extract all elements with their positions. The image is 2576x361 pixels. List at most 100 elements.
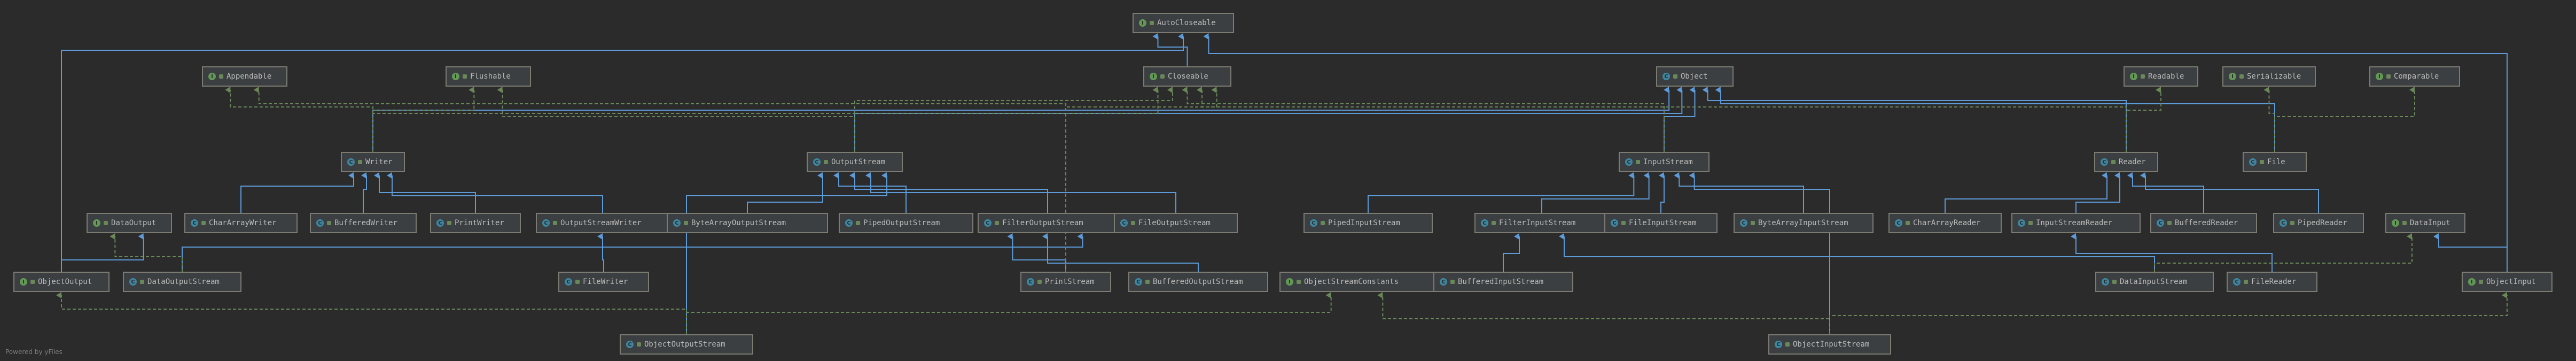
public-visibility-icon [463,74,467,79]
class-node-print-writer[interactable]: C PrintWriter [430,213,521,233]
class-node-serializable[interactable]: I Serializable [2222,66,2316,87]
class-node-output-stream-writer[interactable]: C OutputStreamWriter [536,213,669,233]
class-icon: C [626,341,634,348]
class-node-label: FileWriter [583,278,628,286]
class-node-data-input-stream[interactable]: C DataInputStream [2095,272,2214,292]
class-node-label: BufferedOutputStream [1153,278,1243,286]
class-node-label: PipedInputStream [1328,219,1400,227]
class-icon: C [2157,219,2164,227]
interface-icon: I [2376,73,2383,80]
extends-edge-CharArrayReader-Reader [1945,172,2107,213]
class-node-buffered-writer[interactable]: C BufferedWriter [310,213,417,233]
interface-icon: I [2229,73,2236,80]
class-node-label: FileOutputStream [1138,219,1211,227]
class-node-label: CharArrayWriter [209,219,277,227]
class-node-label: ObjectOutput [38,278,92,286]
class-node-byte-array-output-stream[interactable]: C ByteArrayOutputStream [667,213,828,233]
class-icon: C [1440,278,1447,286]
class-icon: C [1775,341,1782,348]
class-node-label: BufferedInputStream [1458,278,1544,286]
class-icon: C [2102,278,2109,286]
class-node-file-input-stream[interactable]: C FileInputStream [1604,213,1718,233]
class-node-label: InputStreamReader [2036,219,2113,227]
extends-edge-File-Object [1715,87,2275,152]
extends-edge-FileInputStream-InputStream [1659,172,1665,213]
class-node-char-array-reader[interactable]: C CharArrayReader [1888,213,2002,233]
class-node-output-stream[interactable]: C OutputStream [807,152,903,172]
class-node-data-input[interactable]: I DataInput [2385,213,2465,233]
class-icon: C [2101,158,2108,166]
implements-edge-ObjectOutputStream-ObjectOutput [56,292,687,334]
class-node-object-output-stream[interactable]: C ObjectOutputStream [620,334,753,355]
class-node-filter-output-stream[interactable]: C FilterOutputStream [978,213,1118,233]
class-node-piped-reader[interactable]: C PipedReader [2273,213,2364,233]
class-node-data-output[interactable]: I DataOutput [87,213,172,233]
public-visibility-icon [684,221,688,225]
class-icon: C [984,219,992,227]
extends-edge-FileReader-InputStreamReader [2071,233,2273,272]
class-node-data-output-stream[interactable]: C DataOutputStream [123,272,241,292]
class-node-piped-output-stream[interactable]: C PipedOutputStream [839,213,973,233]
interface-icon: I [2130,73,2137,80]
class-node-object-output[interactable]: I ObjectOutput [13,272,110,292]
class-node-comparable[interactable]: I Comparable [2369,66,2460,87]
class-node-readable[interactable]: I Readable [2124,66,2198,87]
public-visibility-icon [2028,221,2033,225]
extends-edge-ObjectOutput-DataOutput [61,233,144,272]
class-node-object-input[interactable]: I ObjectInput [2462,272,2552,292]
interface-icon: I [208,73,216,80]
public-visibility-icon [824,160,828,164]
class-icon: C [191,219,198,227]
class-node-file-reader[interactable]: C FileReader [2227,272,2317,292]
implements-edge-OutputStream-Flushable [497,87,855,152]
class-node-file[interactable]: C File [2243,152,2307,172]
class-node-label: FileInputStream [1629,219,1697,227]
public-visibility-icon [447,221,451,225]
class-node-writer[interactable]: C Writer [341,152,405,172]
class-node-label: DataInput [2410,219,2450,227]
interface-icon: I [2392,219,2399,227]
class-node-object-stream-constants[interactable]: I ObjectStreamConstants [1279,272,1434,292]
class-node-print-stream[interactable]: C PrintStream [1020,272,1111,292]
extends-edge-PipedReader-Reader [2140,172,2319,213]
public-visibility-icon [104,221,108,225]
implements-edge-OutputStream-Closeable [854,87,1173,152]
class-node-label: PrintStream [1045,278,1095,286]
extends-edge-Reader-Object [1702,87,2127,152]
extends-edge-ObjectInputStream-InputStream [1689,172,1830,334]
class-node-buffered-reader[interactable]: C BufferedReader [2150,213,2257,233]
extends-edge-ByteArrayInputStream-InputStream [1674,172,1804,213]
class-node-buffered-output-stream[interactable]: C BufferedOutputStream [1128,272,1268,292]
class-icon: C [1895,219,1902,227]
class-node-char-array-writer[interactable]: C CharArrayWriter [184,213,298,233]
class-node-object[interactable]: C Object [1656,66,1734,87]
class-node-byte-array-input-stream[interactable]: C ByteArrayInputStream [1734,213,1874,233]
class-node-object-input-stream[interactable]: C ObjectInputStream [1768,334,1891,355]
class-node-piped-input-stream[interactable]: C PipedInputStream [1303,213,1433,233]
class-node-auto-closeable[interactable]: I AutoCloseable [1133,13,1234,33]
interface-icon: I [1286,278,1293,286]
public-visibility-icon [2239,74,2244,79]
class-icon: C [1310,219,1317,227]
class-node-appendable[interactable]: I Appendable [202,66,287,87]
class-node-label: ObjectStreamConstants [1304,278,1399,286]
public-visibility-icon [2111,160,2116,164]
class-node-file-writer[interactable]: C FileWriter [558,272,649,292]
extends-edge-ByteArrayOutputStream-OutputStream [747,172,823,213]
public-visibility-icon [995,221,999,225]
class-node-buffered-input-stream[interactable]: C BufferedInputStream [1433,272,1573,292]
public-visibility-icon [1037,280,1042,284]
implements-edge-Writer-Flushable [372,87,475,152]
class-node-input-stream-reader[interactable]: C InputStreamReader [2011,213,2141,233]
class-node-file-output-stream[interactable]: C FileOutputStream [1114,213,1238,233]
class-node-closeable[interactable]: I Closeable [1143,66,1231,87]
extends-edge-FileWriter-OutputStreamWriter [597,233,604,272]
class-node-label: Reader [2119,158,2146,166]
extends-edge-BufferedWriter-Writer [361,172,367,213]
class-node-reader[interactable]: C Reader [2094,152,2158,172]
class-node-input-stream[interactable]: C InputStream [1619,152,1709,172]
class-node-filter-input-stream[interactable]: C FilterInputStream [1474,213,1609,233]
public-visibility-icon [856,221,860,225]
class-node-flushable[interactable]: I Flushable [446,66,531,87]
class-node-label: ObjectInputStream [1793,340,1870,349]
